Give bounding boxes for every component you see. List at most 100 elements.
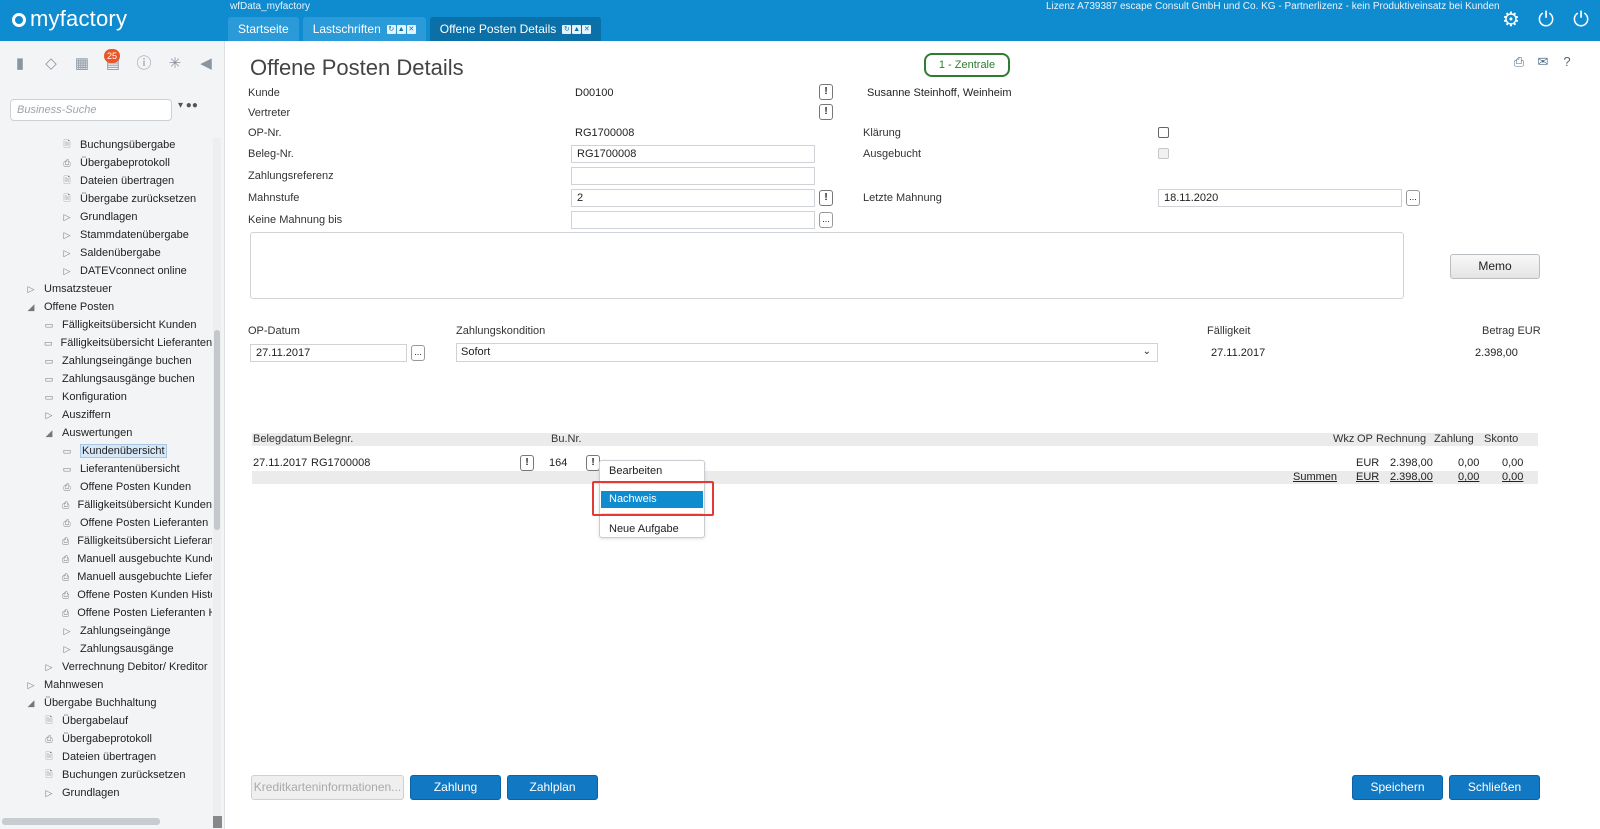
letzte-mahnung-date-picker[interactable]: ... bbox=[1406, 190, 1420, 206]
tab-lastschriften[interactable]: Lastschriften ↻ ▲ ✕ bbox=[302, 17, 426, 41]
sidebar-tree-item[interactable]: ⎙ Übergabeprotokoll bbox=[0, 154, 212, 172]
sidebar-tree-item[interactable]: ▷ Zahlungseingänge bbox=[0, 622, 212, 640]
info-icon[interactable]: ⓘ bbox=[134, 54, 154, 74]
sidebar-tree-item[interactable]: ▷ Mahnwesen bbox=[0, 676, 212, 694]
th-belegnr: Belegnr. bbox=[313, 433, 354, 445]
myfactory-logo[interactable]: myfactory bbox=[12, 6, 127, 32]
sidebar-tree-item[interactable]: ◢ Übergabe Buchhaltung bbox=[0, 694, 212, 712]
tab-close-icon[interactable]: ✕ bbox=[582, 24, 592, 34]
sidebar-tree-item[interactable]: ⎙ Offene Posten Kunden Histo bbox=[0, 586, 212, 604]
tab-controls: ↻ ▲ ✕ bbox=[561, 24, 592, 34]
sidebar-tree-item[interactable]: 🗎 Buchungsübergabe bbox=[0, 136, 212, 154]
branch-badge[interactable]: 1 - Zentrale bbox=[924, 53, 1010, 77]
printer-icon: ⎙ bbox=[63, 517, 71, 528]
sidebar-tree-item[interactable]: ▷ Umsatzsteuer bbox=[0, 280, 212, 298]
sidebar-tree-item[interactable]: ◢ Offene Posten bbox=[0, 298, 212, 316]
sum-skonto: 0,00 bbox=[1502, 471, 1524, 483]
label-betrag-eur: Betrag EUR bbox=[1482, 325, 1541, 337]
document-icon: 🗎 bbox=[63, 193, 71, 203]
sidebar-tree-item[interactable]: ▷ Grundlagen bbox=[0, 208, 212, 226]
sidebar-tree-item[interactable]: ▭ Fälligkeitsübersicht Kunden bbox=[0, 316, 212, 334]
sidebar-tree-item[interactable]: 🗎 Übergabe zurücksetzen bbox=[0, 190, 212, 208]
gear-icon[interactable]: ⚙ bbox=[1500, 9, 1522, 31]
memo-button[interactable]: Memo bbox=[1450, 254, 1540, 279]
business-search-input[interactable]: Business-Suche bbox=[10, 99, 172, 121]
bottle-icon[interactable]: ▮ bbox=[10, 54, 30, 74]
mahnstufe-field[interactable]: 2 bbox=[571, 189, 815, 207]
horizontal-scrollbar[interactable] bbox=[2, 818, 160, 825]
sidebar-tree-item[interactable]: ▷ Saldenübergabe bbox=[0, 244, 212, 262]
sidebar-tree-item[interactable]: ▭ Zahlungseingänge buchen bbox=[0, 352, 212, 370]
op-datum-date-picker[interactable]: ... bbox=[411, 345, 425, 361]
klaerung-checkbox[interactable] bbox=[1158, 127, 1169, 138]
sidebar-tree-item[interactable]: ▭ Lieferantenübersicht bbox=[0, 460, 212, 478]
memo-textarea[interactable] bbox=[250, 232, 1404, 299]
letzte-mahnung-field[interactable]: 18.11.2020 bbox=[1158, 189, 1402, 207]
zahlung-button[interactable]: Zahlung bbox=[410, 775, 501, 800]
sidebar-tree-item[interactable]: ⎙ Offene Posten Kunden bbox=[0, 478, 212, 496]
sum-label: Summen bbox=[1293, 471, 1338, 483]
sidebar-tree-item[interactable]: ▭ Zahlungsausgänge buchen bbox=[0, 370, 212, 388]
tasks-icon[interactable]: ▤ 25 bbox=[103, 49, 123, 74]
sidebar-tree-item[interactable]: ▷ Verrechnung Debitor/ Kreditor bbox=[0, 658, 212, 676]
sidebar-tree-label: Übergabelauf bbox=[62, 715, 129, 727]
sidebar-tree-item[interactable]: 🗎 Übergabelauf bbox=[0, 712, 212, 730]
sidebar-tree-item[interactable]: ⎙ Übergabeprotokoll bbox=[0, 730, 212, 748]
sidebar-tree-item[interactable]: ⎙ Fälligkeitsübersicht Kunden bbox=[0, 496, 212, 514]
beleg-nr-field[interactable]: RG1700008 bbox=[571, 145, 815, 163]
mahnstufe-info-button[interactable]: ! bbox=[819, 190, 833, 206]
asterisk-icon[interactable]: ✳ bbox=[165, 54, 185, 74]
sidebar-tree-item[interactable]: ▷ Stammdatenübergabe bbox=[0, 226, 212, 244]
zahlplan-button[interactable]: Zahlplan bbox=[507, 775, 598, 800]
print-icon[interactable]: ⎙ bbox=[1510, 53, 1528, 71]
eraser-icon[interactable]: ◇ bbox=[41, 54, 61, 74]
calendar-icon[interactable]: ▦ bbox=[72, 54, 92, 74]
tab-offene-posten-details[interactable]: Offene Posten Details ↻ ▲ ✕ bbox=[429, 17, 602, 41]
vertreter-info-button[interactable]: ! bbox=[819, 104, 833, 120]
kunde-info-button[interactable]: ! bbox=[819, 84, 833, 100]
row-beleg-info-button[interactable]: ! bbox=[520, 455, 534, 471]
collapse-icon[interactable]: ◀ bbox=[196, 54, 216, 74]
keine-mahnung-date-picker[interactable]: ... bbox=[819, 212, 833, 228]
zahlungsreferenz-field[interactable] bbox=[571, 167, 815, 185]
tab-up-icon[interactable]: ▲ bbox=[396, 24, 406, 34]
menu-item-bearbeiten[interactable]: Bearbeiten bbox=[601, 463, 703, 480]
tab-up-icon[interactable]: ▲ bbox=[572, 24, 582, 34]
menu-item-neue-aufgabe[interactable]: Neue Aufgabe bbox=[601, 521, 703, 538]
power-user-icon[interactable]: ⏻ bbox=[1570, 9, 1592, 31]
speichern-button[interactable]: Speichern bbox=[1352, 775, 1443, 800]
kreditkarten-button[interactable]: Kreditkarteninformationen... bbox=[251, 775, 404, 800]
sidebar-tree-item[interactable]: 🗎 Buchungen zurücksetzen bbox=[0, 766, 212, 784]
zahlungskondition-select[interactable]: Sofort ⌄ bbox=[456, 343, 1158, 362]
sidebar-tree-item[interactable]: ▷ Grundlagen bbox=[0, 784, 212, 802]
sidebar-tree-item[interactable]: ⎙ Manuell ausgebuchte Liefer bbox=[0, 568, 212, 586]
sidebar-tree-item[interactable]: ▷ Zahlungsausgänge bbox=[0, 640, 212, 658]
sidebar-tree-item[interactable]: ⎙ Offene Posten Lieferanten H bbox=[0, 604, 212, 622]
tab-close-icon[interactable]: ✕ bbox=[406, 24, 416, 34]
vertical-scrollbar[interactable] bbox=[213, 138, 221, 828]
search-options-icon[interactable]: ▾ ●● bbox=[178, 100, 198, 111]
scrollbar-thumb[interactable] bbox=[214, 330, 220, 530]
sidebar-tree-item[interactable]: 🗎 Dateien übertragen bbox=[0, 748, 212, 766]
sidebar-tree-item[interactable]: ▷ DATEVconnect online bbox=[0, 262, 212, 280]
tab-startseite[interactable]: Startseite bbox=[228, 17, 299, 41]
sidebar-tree-item[interactable]: ⎙ Fälligkeitsübersicht Lieferan bbox=[0, 532, 212, 550]
sidebar-tree-item[interactable]: ▭ Kundenübersicht bbox=[0, 442, 212, 460]
mail-icon[interactable]: ✉ bbox=[1534, 53, 1552, 71]
tab-refresh-icon[interactable]: ↻ bbox=[386, 24, 396, 34]
sidebar-tree-item[interactable]: ⎙ Manuell ausgebuchte Kunde bbox=[0, 550, 212, 568]
help-icon[interactable]: ? bbox=[1558, 53, 1576, 71]
power-icon[interactable]: ⏻ bbox=[1535, 9, 1557, 31]
th-belegdatum: Belegdatum bbox=[253, 433, 312, 445]
tab-refresh-icon[interactable]: ↻ bbox=[562, 24, 572, 34]
op-datum-field[interactable]: 27.11.2017 bbox=[250, 344, 407, 362]
sidebar-tree-item[interactable]: ▭ Konfiguration bbox=[0, 388, 212, 406]
sidebar-tree-item[interactable]: ▷ Ausziffern bbox=[0, 406, 212, 424]
sidebar-tree-item[interactable]: ◢ Auswertungen bbox=[0, 424, 212, 442]
sidebar-tree-item[interactable]: 🗎 Dateien übertragen bbox=[0, 172, 212, 190]
schliessen-button[interactable]: Schließen bbox=[1449, 775, 1540, 800]
sidebar-tree-item[interactable]: ▭ Fälligkeitsübersicht Lieferanten bbox=[0, 334, 212, 352]
keine-mahnung-bis-field[interactable] bbox=[571, 211, 815, 229]
row-bunr-info-button[interactable]: ! bbox=[586, 455, 600, 471]
sidebar-tree-item[interactable]: ⎙ Offene Posten Lieferanten bbox=[0, 514, 212, 532]
